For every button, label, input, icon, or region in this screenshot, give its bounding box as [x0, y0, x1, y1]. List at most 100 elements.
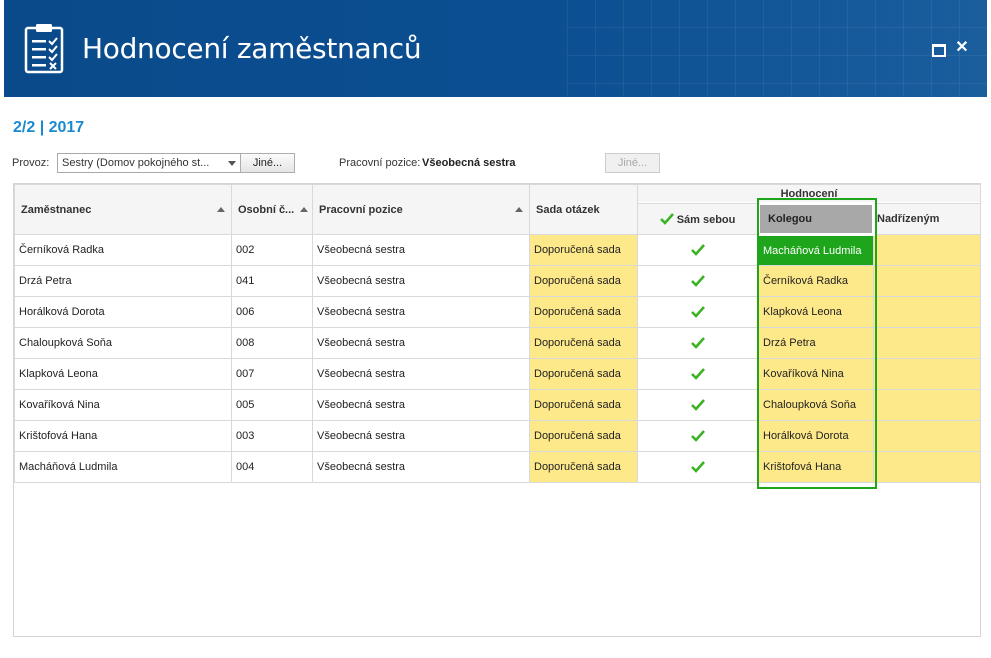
cell-sam-sebou[interactable] [637, 420, 759, 452]
cell-nadrizenym[interactable] [873, 420, 981, 452]
cell-kolegou[interactable]: Drzá Petra [758, 327, 874, 359]
provoz-select-value: Sestry (Domov pokojného st... [62, 157, 210, 169]
cell-pozice[interactable]: Všeobecná sestra [312, 296, 530, 328]
table-row[interactable]: Klapková Leona 007 Všeobecná sestra Doporuč… [14, 358, 981, 390]
pozice-value: Všeobecná sestra [422, 157, 516, 169]
cell-kolegou[interactable]: Horálková Dorota [758, 420, 874, 452]
cell-sam-sebou[interactable] [637, 296, 759, 328]
sort-asc-icon [300, 206, 308, 212]
cell-nadrizenym[interactable] [873, 451, 981, 483]
cell-kolegou[interactable]: Macháňová Ludmila [758, 234, 874, 266]
cell-nadrizenym[interactable] [873, 327, 981, 359]
cell-nadrizenym[interactable] [873, 265, 981, 297]
provoz-select[interactable]: Sestry (Domov pokojného st... [57, 153, 241, 173]
column-group-hodnoceni: Hodnocení [637, 184, 981, 204]
cell-kolegou[interactable]: Chaloupková Soňa [758, 389, 874, 421]
checkmark-icon [691, 399, 705, 411]
cell-sam-sebou[interactable] [637, 327, 759, 359]
column-header-label: Osobní č... [238, 203, 295, 216]
cell-kolegou[interactable]: Černíková Radka [758, 265, 874, 297]
cell-pozice[interactable]: Všeobecná sestra [312, 389, 530, 421]
cell-sam-sebou[interactable] [637, 451, 759, 483]
cell-zamestnanec[interactable]: Chaloupková Soňa [14, 327, 232, 359]
title-bar: Hodnocení zaměstnanců ✕ [4, 0, 987, 97]
evaluation-grid[interactable]: Zaměstnanec Osobní č... Pracovní pozice … [13, 183, 981, 637]
table-row[interactable]: Drzá Petra 041 Všeobecná sestra Doporučená … [14, 265, 981, 297]
cell-zamestnanec[interactable]: Horálková Dorota [14, 296, 232, 328]
cell-nadrizenym[interactable] [873, 296, 981, 328]
cell-sada[interactable]: Doporučená sada [529, 420, 638, 452]
checkmark-icon [691, 275, 705, 287]
sort-asc-icon [217, 206, 225, 212]
column-header-kolegou[interactable]: Kolegou [757, 202, 875, 236]
jine-provoz-button[interactable]: Jiné... [240, 153, 295, 173]
column-header-zamestnanec[interactable]: Zaměstnanec [14, 184, 232, 235]
table-row[interactable]: Macháňová Ludmila 004 Všeobecná sestra Dopo… [14, 451, 981, 483]
cell-sam-sebou[interactable] [637, 234, 759, 266]
column-header-label: Zaměstnanec [21, 203, 92, 216]
column-header-sam[interactable]: Sám sebou [637, 203, 759, 235]
cell-pozice[interactable]: Všeobecná sestra [312, 327, 530, 359]
cell-pozice[interactable]: Všeobecná sestra [312, 451, 530, 483]
cell-osobni-cislo[interactable]: 002 [231, 234, 313, 266]
checkmark-icon [691, 306, 705, 318]
cell-sada[interactable]: Doporučená sada [529, 327, 638, 359]
cell-osobni-cislo[interactable]: 008 [231, 327, 313, 359]
cell-sada[interactable]: Doporučená sada [529, 265, 638, 297]
column-header-sada[interactable]: Sada otázek [529, 184, 638, 235]
cell-sada[interactable]: Doporučená sada [529, 234, 638, 266]
cell-kolegou[interactable]: Krištofová Hana [758, 451, 874, 483]
column-header-label: Pracovní pozice [319, 203, 403, 216]
cell-sada[interactable]: Doporučená sada [529, 358, 638, 390]
evaluation-table: Zaměstnanec Osobní č... Pracovní pozice … [14, 184, 981, 483]
cell-osobni-cislo[interactable]: 041 [231, 265, 313, 297]
column-header-label: Sám sebou [676, 213, 736, 226]
cell-kolegou[interactable]: Kovaříková Nina [758, 358, 874, 390]
window-title: Hodnocení zaměstnanců [82, 32, 422, 65]
close-icon[interactable]: ✕ [954, 40, 970, 56]
cell-pozice[interactable]: Všeobecná sestra [312, 420, 530, 452]
column-header-pozice[interactable]: Pracovní pozice [312, 184, 530, 235]
column-header-label: Sada otázek [536, 203, 600, 216]
table-row[interactable]: Horálková Dorota 006 Všeobecná sestra Dopor… [14, 296, 981, 328]
cell-nadrizenym[interactable] [873, 358, 981, 390]
provoz-label: Provoz: [12, 157, 50, 169]
column-header-nadrizenym[interactable]: Nadřízeným [873, 203, 981, 235]
cell-osobni-cislo[interactable]: 004 [231, 451, 313, 483]
column-header-osobni[interactable]: Osobní č... [231, 184, 313, 235]
cell-nadrizenym[interactable] [873, 234, 981, 266]
table-row[interactable]: Krištofová Hana 003 Všeobecná sestra Doporu… [14, 420, 981, 452]
cell-osobni-cislo[interactable]: 007 [231, 358, 313, 390]
sort-asc-icon [515, 206, 523, 212]
cell-kolegou[interactable]: Klapková Leona [758, 296, 874, 328]
cell-sam-sebou[interactable] [637, 265, 759, 297]
cell-zamestnanec[interactable]: Černíková Radka [14, 234, 232, 266]
cell-zamestnanec[interactable]: Kovaříková Nina [14, 389, 232, 421]
cell-sada[interactable]: Doporučená sada [529, 451, 638, 483]
cell-zamestnanec[interactable]: Krištofová Hana [14, 420, 232, 452]
filter-row: Provoz: Sestry (Domov pokojného st... Ji… [12, 153, 672, 173]
cell-pozice[interactable]: Všeobecná sestra [312, 234, 530, 266]
cell-osobni-cislo[interactable]: 005 [231, 389, 313, 421]
cell-sam-sebou[interactable] [637, 358, 759, 390]
table-row[interactable]: Chaloupková Soňa 008 Všeobecná sestra Dopor… [14, 327, 981, 359]
cell-sada[interactable]: Doporučená sada [529, 389, 638, 421]
table-row[interactable]: Kovaříková Nina 005 Všeobecná sestra Doporu… [14, 389, 981, 421]
cell-sada[interactable]: Doporučená sada [529, 296, 638, 328]
checkmark-icon [659, 212, 674, 225]
table-row[interactable]: Černíková Radka 002 Všeobecná sestra Doporu… [14, 234, 981, 266]
cell-zamestnanec[interactable]: Klapková Leona [14, 358, 232, 390]
checkmark-icon [691, 244, 705, 256]
clipboard-checklist-icon [24, 24, 64, 74]
cell-zamestnanec[interactable]: Drzá Petra [14, 265, 232, 297]
cell-osobni-cislo[interactable]: 003 [231, 420, 313, 452]
cell-nadrizenym[interactable] [873, 389, 981, 421]
cell-sam-sebou[interactable] [637, 389, 759, 421]
maximize-icon[interactable] [930, 40, 946, 57]
cell-zamestnanec[interactable]: Macháňová Ludmila [14, 451, 232, 483]
checkmark-icon [691, 461, 705, 473]
cell-pozice[interactable]: Všeobecná sestra [312, 358, 530, 390]
cell-osobni-cislo[interactable]: 006 [231, 296, 313, 328]
cell-pozice[interactable]: Všeobecná sestra [312, 265, 530, 297]
pozice-label: Pracovní pozice: [339, 157, 421, 169]
